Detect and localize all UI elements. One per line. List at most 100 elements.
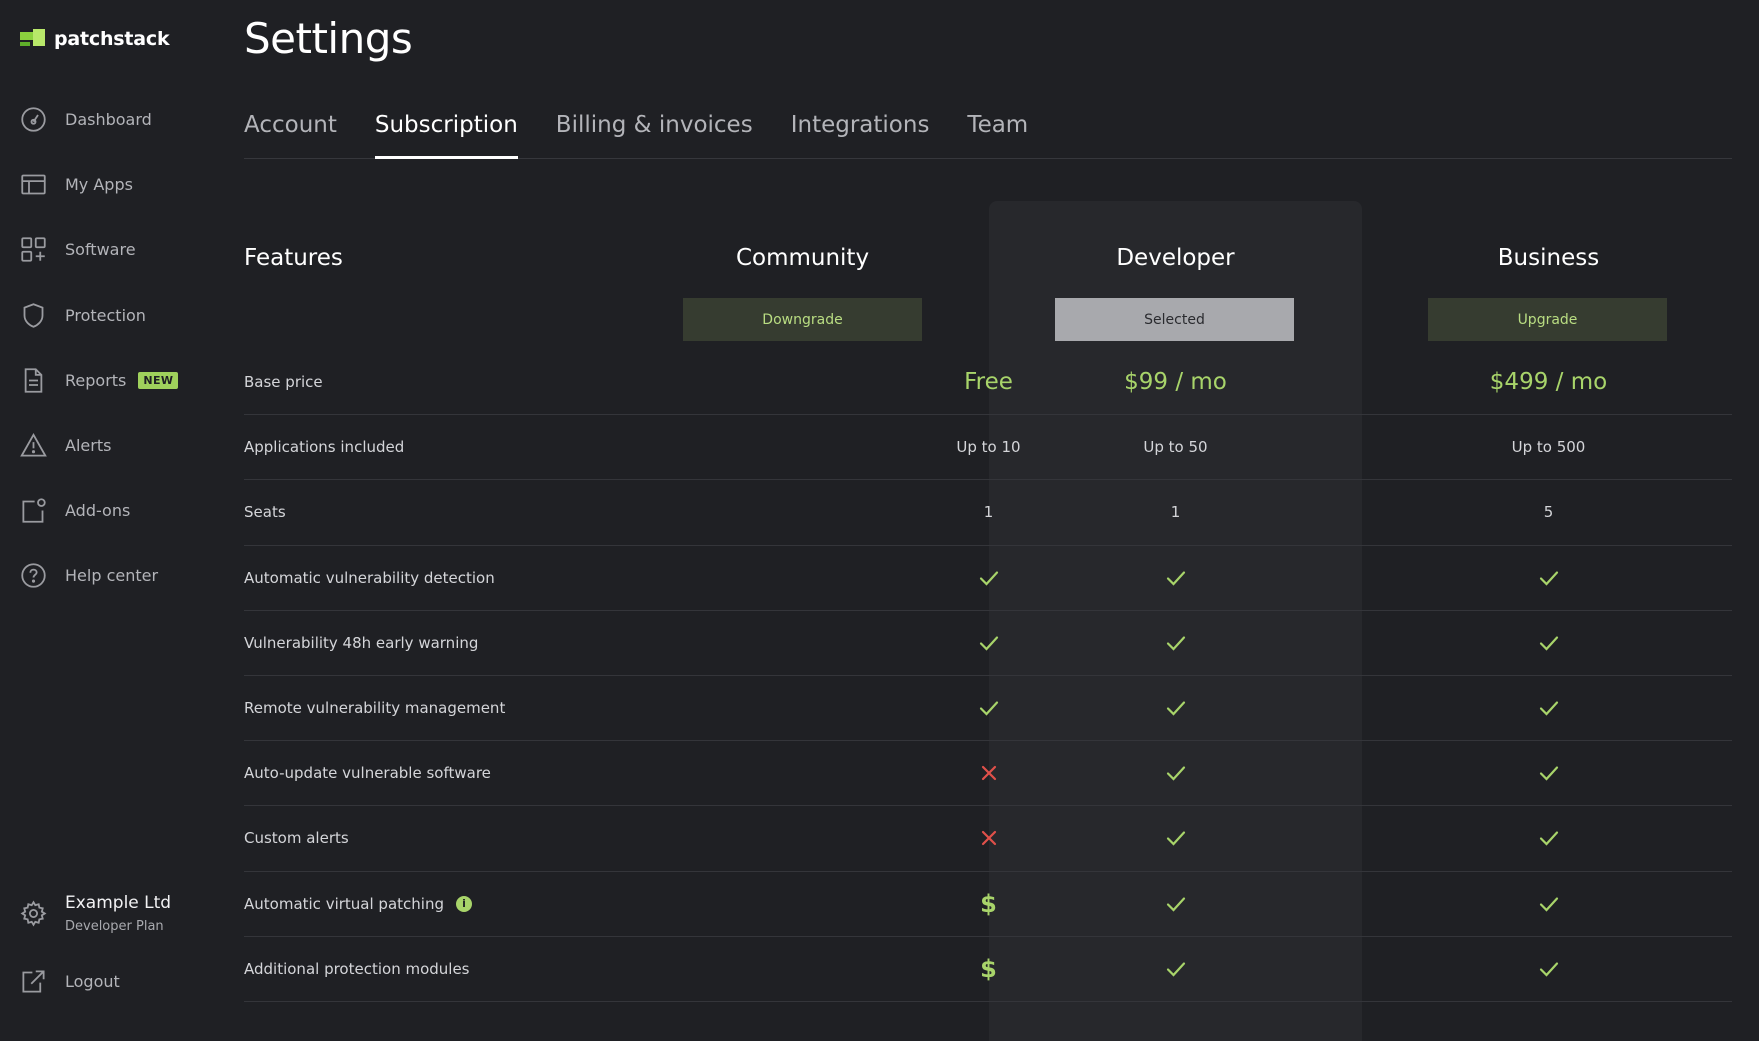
value-cell: Up to 50	[1143, 438, 1208, 457]
status-cell	[1362, 611, 1735, 675]
feature-name: Automatic virtual patching	[244, 894, 444, 913]
logout-button[interactable]: Logout	[20, 968, 120, 995]
plan-name-developer: Developer	[1116, 245, 1235, 271]
sidebar-item-label: Alerts	[65, 436, 112, 456]
value-cell: 1	[1170, 503, 1181, 522]
status-cell	[989, 546, 1362, 610]
app-logo[interactable]: patchstack	[20, 28, 170, 50]
price-cell: $99 / mo	[1124, 369, 1227, 395]
sidebar-item-alerts[interactable]: Alerts	[0, 413, 210, 478]
feature-name: Vulnerability 48h early warning	[244, 633, 479, 652]
downgrade-button[interactable]: Downgrade	[683, 298, 922, 341]
check-icon	[1539, 701, 1558, 716]
value-cell: 5	[1543, 503, 1554, 522]
sidebar-item-add-ons[interactable]: Add-ons	[0, 478, 210, 543]
status-cell	[989, 806, 1362, 870]
tab-account[interactable]: Account	[244, 112, 337, 158]
table-row: Vulnerability 48h early warning	[244, 611, 1732, 676]
gear-icon	[20, 900, 47, 927]
sidebar-item-label: Dashboard	[65, 110, 152, 130]
sidebar-item-reports[interactable]: Reports NEW	[0, 348, 210, 413]
check-icon	[1539, 831, 1558, 846]
table-row: Custom alerts	[244, 806, 1735, 872]
feature-name: Auto-update vulnerable software	[244, 764, 491, 783]
new-badge: NEW	[138, 371, 179, 389]
feature-name: Remote vulnerability management	[244, 698, 506, 717]
table-row: Seats 1 1 5	[244, 480, 1732, 546]
organization-switcher[interactable]: Example Ltd Developer Plan	[20, 893, 171, 934]
status-cell	[989, 937, 1362, 1001]
status-cell	[1362, 806, 1735, 870]
feature-name: Custom alerts	[244, 829, 349, 848]
table-row: Base price Free $99 / mo $499 / mo	[244, 350, 1732, 416]
price-cell: $499 / mo	[1489, 369, 1608, 395]
status-cell	[989, 676, 1362, 740]
tab-subscription[interactable]: Subscription	[374, 112, 518, 159]
check-icon	[1166, 962, 1185, 977]
help-icon	[21, 563, 46, 589]
feature-label: Remote vulnerability management	[244, 676, 505, 740]
patchstack-logo-icon	[20, 29, 46, 49]
feature-name: Automatic vulnerability detection	[244, 568, 495, 587]
upgrade-button[interactable]: Upgrade	[1428, 298, 1667, 341]
table-row: Applications included Up to 10 Up to 50 Up …	[244, 415, 1732, 481]
sidebar-item-label: Software	[65, 240, 136, 260]
page-title: Settings	[244, 14, 413, 63]
status-cell	[1362, 676, 1735, 740]
selected-plan-button[interactable]: Selected	[1055, 298, 1294, 341]
feature-label: Seats	[244, 480, 286, 544]
grid-plus-icon	[21, 237, 46, 263]
status-cell	[989, 872, 1362, 936]
sidebar-item-label: Protection	[65, 305, 146, 325]
tab-billing-invoices[interactable]: Billing & invoices	[556, 112, 753, 158]
sidebar-item-help-center[interactable]: Help center	[0, 543, 210, 608]
feature-label: Applications included	[244, 415, 404, 479]
external-link-icon	[22, 970, 45, 993]
tab-integrations[interactable]: Integrations	[791, 112, 930, 158]
feature-label: Base price	[244, 350, 323, 414]
sidebar-item-my-apps[interactable]: My Apps	[0, 152, 210, 217]
feature-name: Seats	[244, 503, 286, 522]
shield-icon	[23, 302, 44, 328]
organization-info: Example Ltd Developer Plan	[65, 893, 171, 934]
table-row: Auto-update vulnerable software	[244, 741, 1735, 807]
status-cell	[1362, 741, 1735, 805]
feature-comparison-table: Base price Free $99 / mo $499 / mo Applicati…	[244, 350, 1732, 1002]
check-icon	[1539, 636, 1558, 651]
check-icon	[1539, 570, 1558, 586]
layout-icon	[21, 174, 46, 195]
status-cell	[989, 611, 1362, 675]
organization-name: Example Ltd	[65, 893, 172, 913]
table-row: Additional protection modules $	[244, 937, 1732, 1002]
sidebar-item-dashboard[interactable]: Dashboard	[0, 87, 210, 152]
check-icon	[1539, 896, 1558, 912]
table-row: Automatic vulnerability detection	[244, 546, 1732, 611]
tab-team[interactable]: Team	[967, 112, 1028, 158]
plan-name-business: Business	[1497, 245, 1600, 271]
check-icon	[1166, 636, 1185, 651]
status-cell	[1362, 546, 1735, 610]
addon-icon	[22, 498, 46, 523]
sidebar-item-software[interactable]: Software	[0, 217, 210, 282]
sidebar: patchstack Dashboard My Apps Software Pr…	[0, 0, 210, 1024]
sidebar-item-label: Reports	[65, 370, 127, 390]
feature-label: Vulnerability 48h early warning	[244, 611, 478, 675]
feature-label: Automatic virtual patching i	[244, 872, 472, 936]
sidebar-nav: Dashboard My Apps Software Protection Re…	[0, 87, 210, 609]
sidebar-item-protection[interactable]: Protection	[0, 283, 210, 348]
check-icon	[1539, 962, 1558, 977]
features-heading: Features	[244, 245, 343, 271]
check-icon	[1166, 570, 1185, 586]
status-cell	[989, 741, 1362, 805]
info-icon[interactable]: i	[455, 895, 472, 912]
status-cell	[1362, 937, 1735, 1001]
feature-name: Additional protection modules	[244, 959, 470, 978]
sidebar-item-label: My Apps	[65, 175, 133, 195]
warning-icon	[20, 433, 47, 457]
check-icon	[1539, 766, 1558, 781]
check-icon	[1166, 701, 1185, 716]
feature-label: Custom alerts	[244, 806, 349, 870]
app-name: patchstack	[54, 28, 170, 50]
feature-name: Base price	[244, 373, 323, 391]
table-row: Remote vulnerability management	[244, 676, 1735, 742]
